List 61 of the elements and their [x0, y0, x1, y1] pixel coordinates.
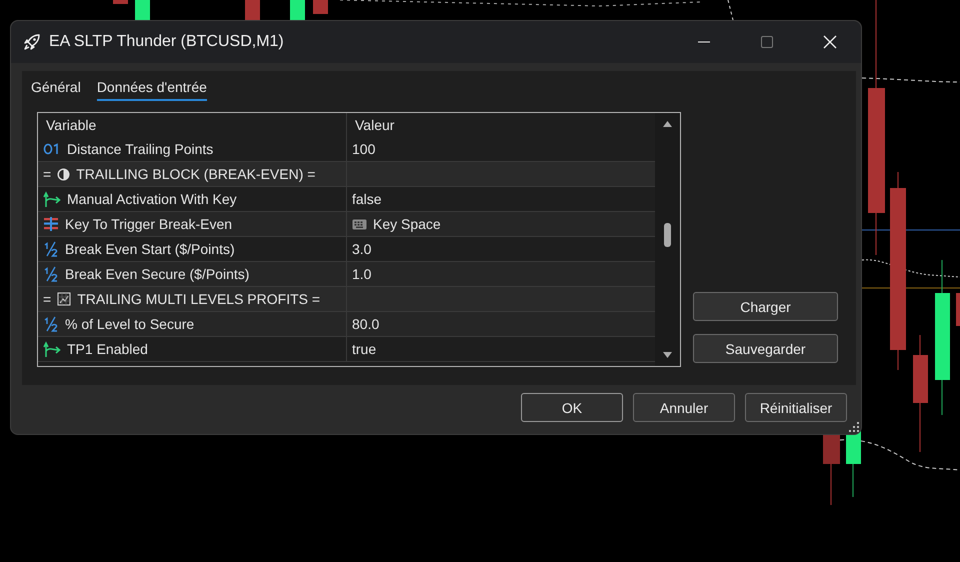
close-icon [822, 35, 836, 49]
parameter-name: Distance Trailing Points [67, 141, 214, 157]
parameter-value: 1.0 [352, 266, 372, 282]
parameter-value: 3.0 [352, 241, 372, 257]
branch-arrow-icon [43, 341, 61, 357]
section-prefix: = [43, 291, 52, 307]
candle [290, 0, 305, 20]
window-title: EA SLTP Thunder (BTCUSD,M1) [49, 33, 284, 51]
table-row[interactable]: = TRAILLING BLOCK (BREAK-EVEN) = [38, 162, 655, 187]
table-row[interactable]: = TRAILING MULTI LEVELS PROFITS = [38, 287, 655, 312]
number-icon [43, 143, 61, 155]
scroll-down-icon[interactable] [663, 352, 672, 358]
section-title: TRAILLING BLOCK (BREAK-EVEN) = [76, 166, 316, 182]
scroll-thumb[interactable] [664, 222, 671, 246]
parameter-value: Key Space [373, 216, 441, 232]
parameter-value: 80.0 [352, 316, 380, 332]
side-button[interactable]: Charger [693, 292, 838, 321]
table-row[interactable]: Manual Activation With Key false [38, 187, 655, 212]
candle [313, 0, 328, 14]
candle [135, 0, 150, 20]
parameter-value: true [352, 341, 376, 357]
indicator-line [728, 0, 734, 20]
list-lines-icon [43, 217, 59, 231]
parameter-value: false [352, 191, 382, 207]
candle [956, 293, 960, 326]
dialog-button[interactable]: OK [521, 393, 623, 422]
dialog-button[interactable]: Annuler [633, 393, 735, 422]
candle [245, 0, 260, 20]
side-button[interactable]: Sauvegarder [693, 334, 838, 363]
candle [113, 0, 128, 4]
chart-box-icon [57, 292, 72, 306]
parameter-name: Key To Trigger Break-Even [65, 216, 232, 232]
dialog-button[interactable]: Réinitialiser [745, 393, 847, 422]
tab[interactable]: Données d'entrée [96, 79, 207, 101]
parameter-name: Break Even Secure ($/Points) [65, 266, 250, 282]
table-row[interactable]: Key To Trigger Break-Even Key Space [38, 212, 655, 237]
resize-grip-icon[interactable] [849, 422, 859, 432]
table-row[interactable]: % of Level to Secure 80.0 [38, 312, 655, 337]
parameter-name: TP1 Enabled [67, 341, 148, 357]
table-row[interactable]: Distance Trailing Points 100 [38, 137, 655, 162]
fraction-icon [43, 241, 59, 257]
keyboard-icon [352, 218, 367, 230]
table-row[interactable]: Break Even Start ($/Points) 3.0 [38, 237, 655, 262]
parameter-name: % of Level to Secure [65, 316, 194, 332]
scrollbar[interactable] [655, 113, 680, 366]
parameter-value: 100 [352, 141, 376, 157]
scroll-up-icon[interactable] [663, 121, 672, 127]
section-prefix: = [43, 166, 52, 182]
fraction-icon [43, 316, 59, 332]
table-row[interactable]: Break Even Secure ($/Points) 1.0 [38, 262, 655, 287]
column-header[interactable]: Valeur [347, 113, 655, 137]
rocket-icon [23, 33, 41, 51]
half-circle-icon [57, 168, 70, 180]
table-row[interactable]: TP1 Enabled true [38, 337, 655, 362]
parameter-name: Break Even Start ($/Points) [65, 241, 235, 257]
parameter-name: Manual Activation With Key [67, 191, 237, 207]
fraction-icon [43, 266, 59, 282]
branch-arrow-icon [43, 191, 61, 207]
tab[interactable]: Général [31, 79, 81, 101]
maximize-icon [760, 36, 772, 48]
section-title: TRAILING MULTI LEVELS PROFITS = [77, 291, 320, 307]
